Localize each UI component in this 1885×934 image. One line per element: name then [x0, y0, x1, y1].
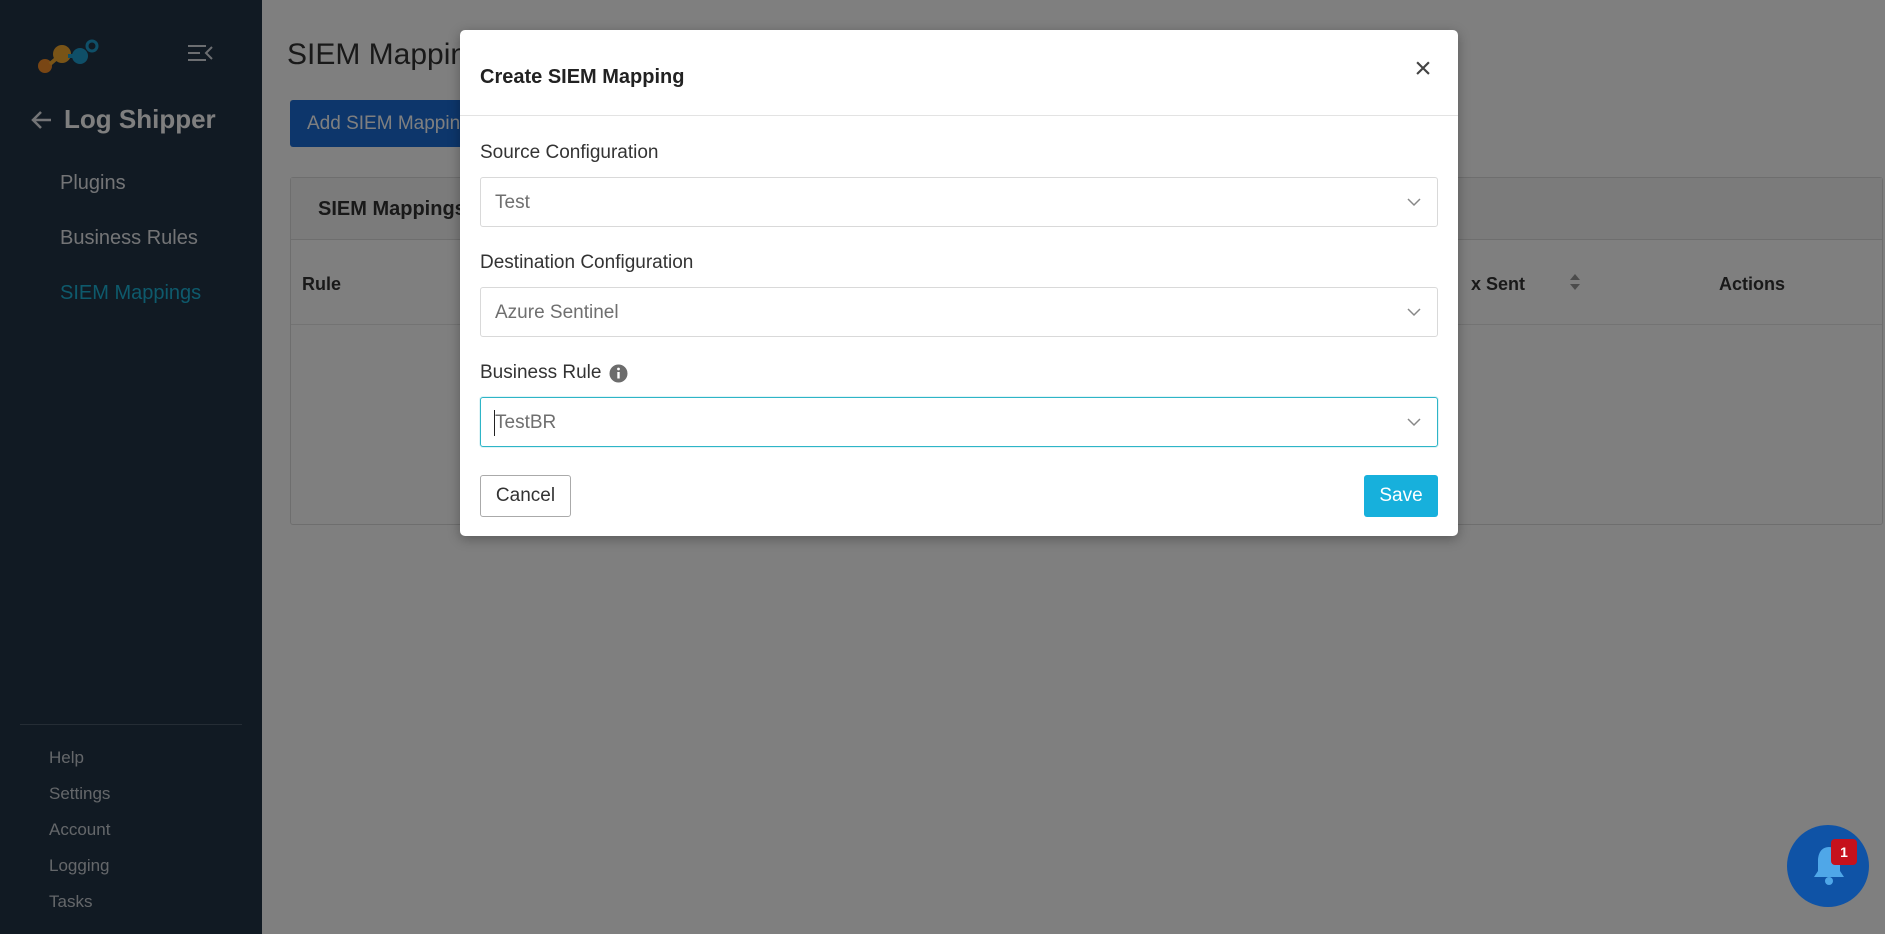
notification-count-badge: 1	[1831, 839, 1857, 865]
source-configuration-value: Test	[495, 192, 530, 213]
destination-configuration-select[interactable]: Azure Sentinel	[480, 287, 1438, 337]
modal-title: Create SIEM Mapping	[480, 66, 685, 88]
cancel-button[interactable]: Cancel	[480, 475, 571, 517]
chevron-down-icon	[1407, 308, 1421, 317]
business-rule-label-row: Business Rule	[480, 362, 628, 384]
chevron-down-icon	[1407, 198, 1421, 207]
close-icon[interactable]: ×	[1408, 54, 1438, 84]
business-rule-label: Business Rule	[480, 362, 602, 383]
notifications-button[interactable]: 1	[1787, 825, 1869, 907]
modal-header: Create SIEM Mapping ×	[460, 30, 1458, 116]
info-icon[interactable]	[609, 364, 628, 383]
create-siem-mapping-dialog: Create SIEM Mapping × Source Configurati…	[460, 30, 1458, 536]
business-rule-value: TestBR	[495, 412, 557, 433]
destination-configuration-value: Azure Sentinel	[495, 302, 619, 323]
source-configuration-select[interactable]: Test	[480, 177, 1438, 227]
source-configuration-label: Source Configuration	[480, 142, 659, 163]
business-rule-select[interactable]: TestBR	[480, 397, 1438, 447]
destination-configuration-label: Destination Configuration	[480, 252, 694, 273]
save-button[interactable]: Save	[1364, 475, 1438, 517]
chevron-down-icon	[1407, 418, 1421, 427]
